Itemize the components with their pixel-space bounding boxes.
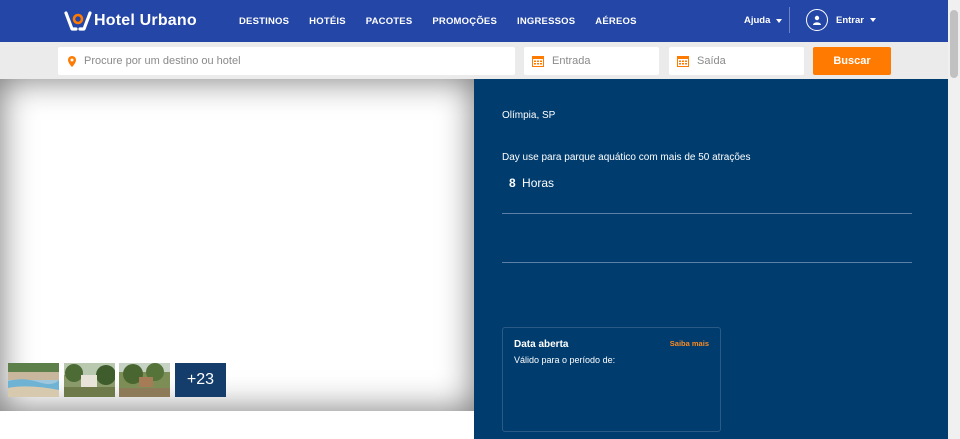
checkin-placeholder: Entrada xyxy=(552,55,591,67)
gallery-thumbnail[interactable] xyxy=(8,363,59,397)
section-divider xyxy=(502,213,912,214)
more-photos-button[interactable]: +23 xyxy=(175,363,226,397)
chevron-down-icon xyxy=(869,18,876,22)
nav-promocoes[interactable]: PROMOÇÕES xyxy=(432,16,497,27)
help-menu[interactable]: Ajuda xyxy=(744,15,783,26)
gallery-thumbnail[interactable] xyxy=(64,363,115,397)
logo-icon xyxy=(64,10,92,32)
search-button[interactable]: Buscar xyxy=(813,47,891,75)
offer-description: Day use para parque aquático com mais de… xyxy=(502,152,751,163)
nav-pacotes[interactable]: PACOTES xyxy=(366,16,413,27)
date-option-card[interactable]: Data aberta Saiba mais Válido para o per… xyxy=(502,327,721,432)
offer-details-panel: Olímpia, SP Day use para parque aquático… xyxy=(474,79,948,439)
chevron-down-icon xyxy=(776,18,783,23)
learn-more-link[interactable]: Saiba mais xyxy=(670,339,709,348)
duration-value: 8 xyxy=(509,176,516,190)
calendar-icon xyxy=(532,56,544,67)
gallery-thumbnail[interactable] xyxy=(119,363,170,397)
page-background xyxy=(0,411,474,439)
top-navigation-bar: Hotel Urbano DESTINOS HOTÉIS PACOTES PRO… xyxy=(0,0,948,42)
nav-aereos[interactable]: AÉREOS xyxy=(595,16,636,27)
checkin-date-field[interactable]: Entrada xyxy=(524,47,659,75)
checkout-date-field[interactable]: Saída xyxy=(669,47,804,75)
nav-ingressos[interactable]: INGRESSOS xyxy=(517,16,575,27)
search-bar: Procure por um destino ou hotel Entrada … xyxy=(0,42,948,79)
main-nav: DESTINOS HOTÉIS PACOTES PROMOÇÕES INGRES… xyxy=(239,0,657,42)
brand-logo[interactable]: Hotel Urbano xyxy=(64,10,197,32)
date-card-title: Data aberta xyxy=(514,339,569,350)
destination-search-input[interactable]: Procure por um destino ou hotel xyxy=(58,47,515,75)
login-label: Entrar xyxy=(836,14,864,26)
nav-destinos[interactable]: DESTINOS xyxy=(239,16,289,27)
user-icon xyxy=(806,9,828,31)
section-divider xyxy=(502,262,912,263)
header-divider xyxy=(789,7,790,33)
brand-name: Hotel Urbano xyxy=(94,12,197,29)
login-menu[interactable]: Entrar xyxy=(806,9,876,31)
scrollbar-thumb[interactable] xyxy=(950,10,958,78)
page-scrollbar[interactable] xyxy=(948,0,960,439)
photo-gallery[interactable]: +23 xyxy=(0,79,474,411)
date-card-subtitle: Válido para o período de: xyxy=(514,355,616,365)
calendar-icon xyxy=(677,56,689,67)
help-label: Ajuda xyxy=(744,15,771,26)
checkout-placeholder: Saída xyxy=(697,55,726,67)
duration-unit: Horas xyxy=(522,176,555,190)
map-pin-icon xyxy=(68,55,76,67)
destination-placeholder: Procure por um destino ou hotel xyxy=(84,55,241,67)
offer-duration: 8 Horas xyxy=(509,176,554,190)
offer-location: Olímpia, SP xyxy=(502,110,556,121)
nav-hoteis[interactable]: HOTÉIS xyxy=(309,16,346,27)
